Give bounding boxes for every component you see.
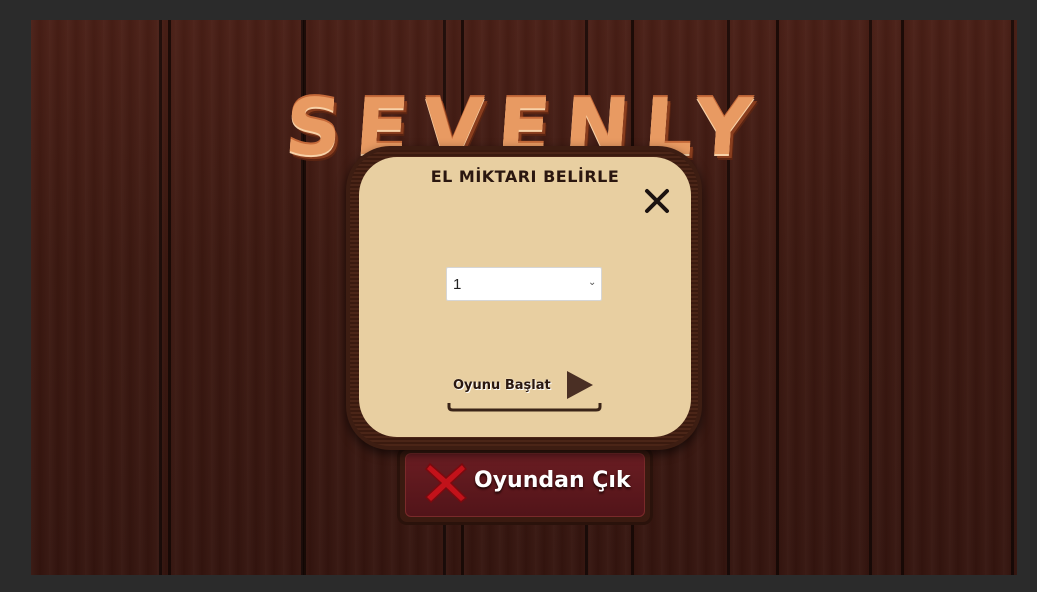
exit-button-face[interactable]: Oyundan Çık [405, 453, 645, 517]
exit-game-button[interactable]: Oyundan Çık [397, 447, 653, 525]
dialog-title: EL MİKTARI BELİRLE [430, 167, 620, 186]
start-button-label: Oyunu Başlat [453, 378, 551, 393]
plank-seam [168, 20, 171, 575]
exit-button-label: Oyundan Çık [474, 468, 631, 493]
start-button-underline [447, 403, 602, 412]
close-icon[interactable] [643, 187, 671, 215]
play-icon [567, 371, 593, 399]
hand-count-select[interactable]: 1 [446, 267, 602, 301]
red-x-icon [424, 462, 468, 504]
start-game-button[interactable]: Oyunu Başlat [447, 363, 602, 413]
plank-seam [901, 20, 904, 575]
hand-count-dialog: EL MİKTARI BELİRLE 1 ⌄ Oyunu Başlat [359, 157, 691, 437]
